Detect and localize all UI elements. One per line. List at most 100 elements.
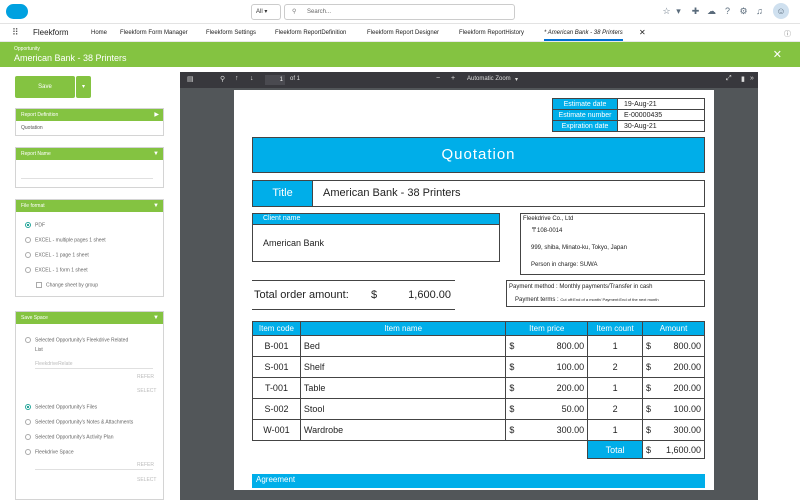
radio-icon	[25, 337, 31, 343]
next-page-icon[interactable]: ↓	[250, 75, 254, 82]
currency-symbol: $	[509, 362, 515, 372]
zoom-out-icon[interactable]: −	[436, 75, 440, 82]
presentation-mode-icon[interactable]: ⤢	[726, 75, 732, 83]
format-option-excel-page[interactable]: EXCEL - 1 page 1 sheet	[25, 252, 89, 258]
checkbox-icon	[36, 282, 42, 288]
title-value: American Bank - 38 Printers	[312, 180, 705, 207]
item-amount: $200.00	[642, 356, 705, 378]
radio-icon	[25, 449, 31, 455]
tab-form-manager[interactable]: Fleekform Form Manager	[120, 30, 188, 36]
global-search-input[interactable]: ⚲ Search...	[284, 4, 515, 20]
report-definition-label: Report Definition	[21, 112, 59, 118]
tools-icon[interactable]: »	[750, 75, 754, 82]
table-row: S-001 Shelf $100.00 2 $200.00	[252, 356, 705, 378]
info-icon[interactable]: ⓘ	[784, 29, 791, 39]
item-count: 1	[587, 377, 644, 399]
user-avatar[interactable]: ☺	[773, 3, 789, 19]
payment-method: Payment method : Monthly payments/Transf…	[509, 284, 653, 290]
price-value: 50.00	[561, 404, 585, 414]
space-option-files[interactable]: Selected Opportunity's Files	[25, 404, 97, 410]
salesforce-logo[interactable]	[6, 4, 28, 19]
chevron-down-icon: ▼	[153, 315, 159, 321]
close-icon[interactable]: ✕	[773, 48, 782, 61]
format-option-excel-form[interactable]: EXCEL - 1 form 1 sheet	[25, 267, 88, 273]
amount-value: 300.00	[673, 425, 701, 435]
global-actions-plus-icon[interactable]: ✚	[690, 6, 701, 17]
currency-symbol: $	[646, 404, 652, 414]
related-list-input[interactable]: FleekdriveRelate	[35, 361, 73, 367]
amount-value: 800.00	[673, 341, 701, 351]
tab-active-record[interactable]: * American Bank - 38 Printers	[544, 30, 623, 41]
space-option-activity[interactable]: Selected Opportunity's Activity Plan	[25, 434, 114, 440]
space-option-fleekdrive[interactable]: Fleekdrive Space	[25, 449, 74, 455]
chevron-down-icon: ▼	[153, 203, 159, 209]
space-option-notes[interactable]: Selected Opportunity's Notes & Attachmen…	[25, 419, 133, 425]
save-button[interactable]: Save	[15, 76, 75, 98]
zoom-select[interactable]: Automatic Zoom	[467, 76, 511, 82]
col-item-name: Item name	[299, 321, 507, 336]
space-input-underline[interactable]	[35, 469, 153, 470]
sidebar-toggle-icon[interactable]: ▤	[187, 75, 194, 83]
app-launcher-icon[interactable]: ⠿	[12, 27, 19, 38]
select-button[interactable]: SELECT	[137, 388, 156, 394]
currency-symbol: $	[646, 362, 652, 372]
setup-gear-icon[interactable]: ⚙	[738, 6, 749, 17]
favorites-dropdown-icon[interactable]: ▾	[673, 6, 684, 17]
search-scope-select[interactable]: All ▾	[251, 4, 281, 20]
format-option-pdf[interactable]: PDF	[25, 222, 45, 228]
tab-report-designer[interactable]: Fleekform Report Designer	[367, 30, 439, 36]
payment-terms-label: Payment terms :	[515, 297, 559, 303]
tab-home[interactable]: Home	[91, 30, 107, 36]
zoom-dropdown-icon[interactable]: ▾	[515, 76, 518, 83]
page-number-input[interactable]: 1	[265, 75, 285, 85]
refer-button[interactable]: REFER	[137, 462, 154, 468]
zoom-in-icon[interactable]: +	[451, 75, 455, 82]
tab-report-definition[interactable]: Fleekform ReportDefinition	[275, 30, 346, 36]
bookmark-icon[interactable]: ▮	[741, 75, 745, 83]
company-address: 999, shiba, Minato-ku, Tokyo, Japan	[531, 245, 627, 251]
previous-page-icon[interactable]: ↑	[235, 75, 239, 82]
col-amount: Amount	[642, 321, 705, 336]
select-button[interactable]: SELECT	[137, 477, 156, 483]
report-name-input[interactable]	[21, 178, 153, 179]
guidance-center-icon[interactable]: ☁	[706, 6, 717, 17]
item-amount: $300.00	[642, 419, 705, 441]
file-format-header[interactable]: File format ▼	[16, 200, 163, 212]
report-definition-header[interactable]: Report Definition ▶	[16, 109, 163, 121]
pdf-page: Estimate date 19-Aug-21 Estimate number …	[234, 90, 714, 490]
expiration-date-label: Expiration date	[552, 120, 618, 132]
record-header: Opportunity American Bank - 38 Printers …	[0, 42, 800, 67]
space-option-related[interactable]: Selected Opportunity's Fleekdrive Relate…	[25, 337, 128, 343]
payment-terms-value: Cut off:End of a month/ Payment:End of t…	[560, 297, 659, 302]
global-header: All ▾ ⚲ Search... ☆ ▾ ✚ ☁ ? ⚙ ♫ ☺	[0, 0, 800, 24]
save-dropdown-button[interactable]: ▾	[76, 76, 91, 98]
item-name: Bed	[299, 335, 507, 357]
pdf-toolbar: ▤ ⚲ ↑ ↓ 1 of 1 − + Automatic Zoom ▾ ⤢ ▮ …	[180, 72, 758, 88]
change-sheet-checkbox[interactable]: Change sheet by group	[36, 282, 98, 288]
item-count: 2	[587, 398, 644, 420]
item-code: B-001	[252, 335, 301, 357]
format-option-excel-multi[interactable]: EXCEL - multiple pages 1 sheet	[25, 237, 106, 243]
currency-symbol: $	[509, 383, 515, 393]
report-name-header[interactable]: Report Name ▼	[16, 148, 163, 160]
close-tab-icon[interactable]: ✕	[639, 28, 646, 37]
notifications-bell-icon[interactable]: ♫	[754, 6, 765, 17]
space-option-label: Fleekdrive Space	[35, 449, 74, 456]
item-name: Wardrobe	[299, 419, 507, 441]
search-icon: ⚲	[292, 9, 297, 15]
refer-button[interactable]: REFER	[137, 374, 154, 380]
page-scrollbar[interactable]	[758, 72, 800, 500]
find-icon[interactable]: ⚲	[220, 75, 225, 83]
expiration-date-value: 30-Aug-21	[617, 120, 705, 132]
favorites-star-icon[interactable]: ☆	[661, 6, 672, 17]
price-value: 200.00	[556, 383, 585, 393]
table-total-row: Total $1,600.00	[253, 440, 705, 459]
item-name: Stool	[299, 398, 507, 420]
tab-report-history[interactable]: Fleekform ReportHistory	[459, 30, 524, 36]
table-header-row: Item code Item name Item price Item coun…	[252, 321, 705, 336]
help-icon[interactable]: ?	[722, 6, 733, 17]
agreement-header: Agreement	[252, 474, 705, 488]
spacer-cell	[253, 441, 588, 459]
tab-settings[interactable]: Fleekform Settings	[206, 30, 256, 36]
save-space-header[interactable]: Save Space ▼	[16, 312, 163, 324]
